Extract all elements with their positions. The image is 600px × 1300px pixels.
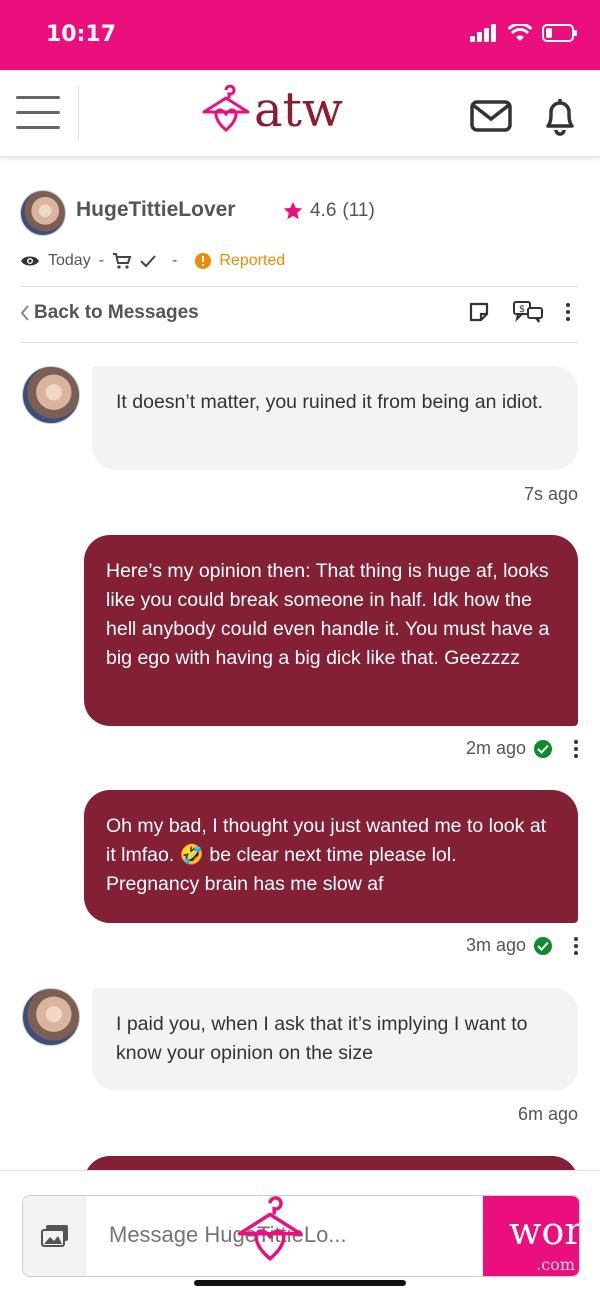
- meta-separator: -: [172, 252, 178, 269]
- battery-icon: [542, 24, 578, 47]
- timestamp: 3m ago: [465, 935, 526, 955]
- toolbar-actions: $: [468, 300, 570, 324]
- hanger-heart-icon: [202, 84, 250, 132]
- timestamp: 2m ago: [465, 738, 526, 758]
- checkmark-icon: [140, 255, 156, 268]
- incoming-message: I paid you, when I ask that it’s implyin…: [92, 988, 578, 1091]
- attach-media-button[interactable]: [23, 1196, 87, 1276]
- media-gallery-icon: [41, 1225, 68, 1247]
- message-time: 2m ago: [466, 738, 578, 759]
- avatar[interactable]: [20, 190, 66, 236]
- timestamp: 7s ago: [523, 484, 578, 504]
- logo-text: atw: [254, 82, 343, 138]
- read-check-icon: [534, 936, 552, 955]
- conversation-meta: Today - - Reported: [20, 252, 285, 270]
- rating: 4.6 (11): [282, 200, 375, 222]
- back-label: Back to Messages: [34, 302, 199, 323]
- outgoing-message: Oh my bad, I thought you just wanted me …: [84, 790, 578, 923]
- header-actions: [470, 96, 578, 136]
- status-bar: 10:17: [0, 0, 600, 70]
- message-time: 6m ago: [518, 1104, 578, 1125]
- alert-icon: [195, 253, 212, 269]
- conversation-profile: HugeTittieLover 4.6 (11): [20, 190, 580, 240]
- review-count: (11): [342, 200, 375, 221]
- more-options-icon[interactable]: [566, 303, 570, 321]
- menu-icon[interactable]: [16, 96, 60, 130]
- meta-separator: -: [98, 252, 105, 269]
- mail-icon[interactable]: [470, 100, 512, 132]
- send-logo-domain: .com: [536, 1255, 575, 1274]
- divider: [20, 342, 578, 343]
- message-options-icon[interactable]: [574, 936, 578, 955]
- message-avatar[interactable]: [22, 988, 80, 1046]
- message-time: 7s ago: [524, 484, 578, 505]
- header-divider: [78, 86, 79, 140]
- send-logo-text: worn: [509, 1209, 579, 1253]
- outgoing-message: Here’s my opinion then: That thing is hu…: [84, 535, 578, 726]
- incoming-message: It doesn’t matter, you ruined it from be…: [92, 366, 578, 470]
- timestamp: 6m ago: [517, 1104, 578, 1124]
- message-time: 3m ago: [466, 935, 578, 956]
- cart-icon: [113, 253, 132, 269]
- chevron-left-icon: [20, 305, 29, 321]
- reported-status: Reported: [219, 252, 286, 269]
- profile-name[interactable]: HugeTittieLover: [76, 198, 235, 222]
- send-button[interactable]: worn .com: [483, 1196, 579, 1276]
- hanger-watermark-icon: [237, 1196, 303, 1261]
- svg-text:$: $: [519, 304, 525, 315]
- note-icon[interactable]: [468, 301, 490, 323]
- system-icons: [470, 22, 578, 47]
- message-options-icon[interactable]: [574, 739, 578, 758]
- bell-icon[interactable]: [542, 96, 578, 136]
- app-header: atw: [0, 70, 600, 157]
- star-icon: [283, 201, 303, 220]
- home-indicator: [194, 1280, 406, 1286]
- eye-icon: [21, 256, 39, 266]
- back-to-messages-link[interactable]: Back to Messages: [20, 302, 199, 324]
- divider: [20, 286, 578, 287]
- meta-date: Today: [48, 252, 91, 269]
- rating-value: 4.6: [310, 200, 337, 221]
- message-avatar[interactable]: [22, 366, 80, 424]
- paid-chat-icon[interactable]: $: [512, 300, 544, 324]
- wifi-icon: [507, 22, 533, 47]
- signal-icon: [470, 24, 498, 47]
- message-toolbar: Back to Messages $: [20, 296, 578, 332]
- read-check-icon: [534, 739, 552, 758]
- status-time: 10:17: [46, 22, 117, 47]
- site-logo[interactable]: atw: [200, 84, 343, 136]
